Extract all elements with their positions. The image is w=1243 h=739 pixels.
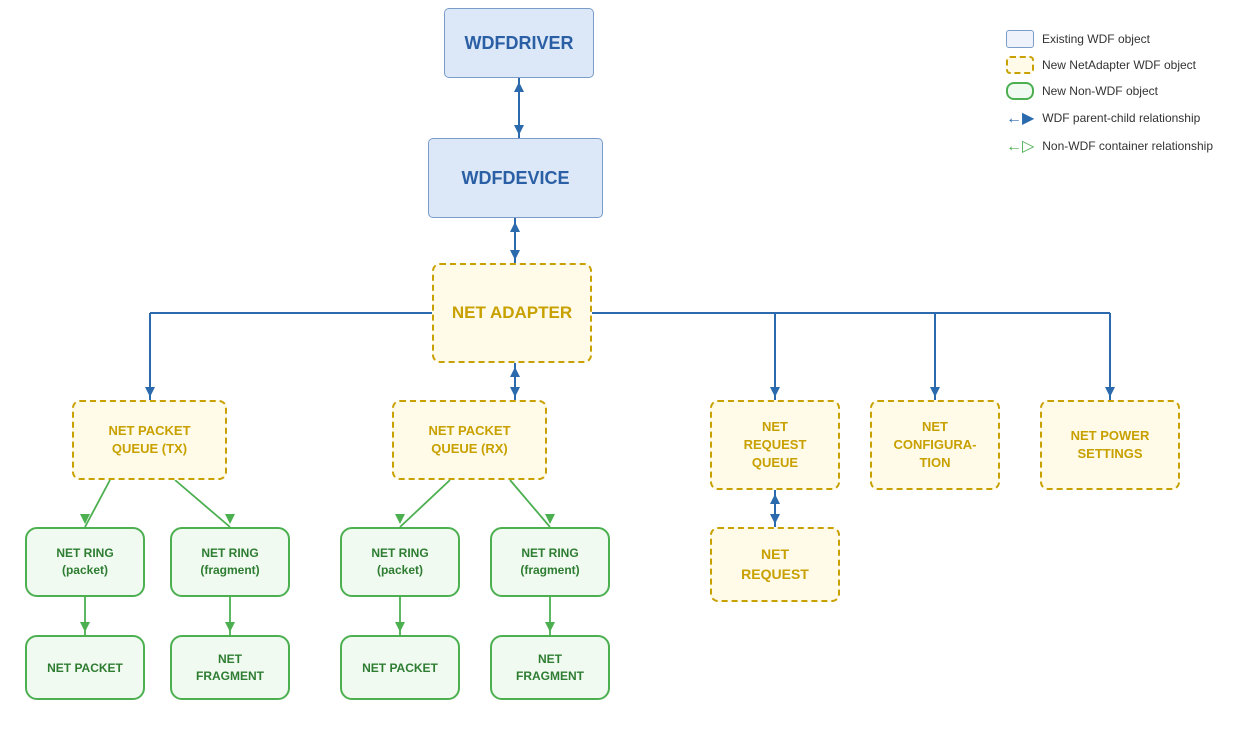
net-ring-frag-tx-node: NET RING(fragment) (170, 527, 290, 597)
net-config-node: NETCONFIGURA-TION (870, 400, 1000, 490)
net-adapter-label: NET ADAPTER (452, 302, 572, 324)
diagram-container: WDFDRIVER WDFDEVICE NET ADAPTER NET PACK… (0, 0, 1243, 739)
legend-dashed-label: New NetAdapter WDF object (1042, 58, 1196, 72)
legend-arrow-blue-label: WDF parent-child relationship (1042, 111, 1200, 125)
net-power-node: NET POWERSETTINGS (1040, 400, 1180, 490)
net-adapter-node: NET ADAPTER (432, 263, 592, 363)
legend-arrow-green-label: Non-WDF container relationship (1042, 139, 1213, 153)
net-packet-rx-node: NET PACKET (340, 635, 460, 700)
legend: Existing WDF object New NetAdapter WDF o… (1006, 30, 1213, 156)
net-packet-tx-node: NET PACKET (25, 635, 145, 700)
net-rq-node: NETREQUESTQUEUE (710, 400, 840, 490)
legend-item-arrow-blue: ←▶ WDF parent-child relationship (1006, 108, 1213, 128)
net-fragment-tx-node: NETFRAGMENT (170, 635, 290, 700)
net-pq-rx-node: NET PACKETQUEUE (RX) (392, 400, 547, 480)
legend-solid-label: Existing WDF object (1042, 32, 1150, 46)
wdfdevice-node: WDFDEVICE (428, 138, 603, 218)
wdfdriver-node: WDFDRIVER (444, 8, 594, 78)
legend-item-green: New Non-WDF object (1006, 82, 1213, 100)
legend-solid-box (1006, 30, 1034, 48)
legend-item-dashed: New NetAdapter WDF object (1006, 56, 1213, 74)
net-ring-pkt-tx-node: NET RING(packet) (25, 527, 145, 597)
legend-arrow-green-icon: ←▷ (1006, 136, 1034, 156)
legend-green-label: New Non-WDF object (1042, 84, 1158, 98)
net-request-node: NETREQUEST (710, 527, 840, 602)
net-ring-pkt-rx-node: NET RING(packet) (340, 527, 460, 597)
net-fragment-rx-node: NETFRAGMENT (490, 635, 610, 700)
legend-dashed-box (1006, 56, 1034, 74)
legend-green-box (1006, 82, 1034, 100)
net-pq-tx-node: NET PACKETQUEUE (TX) (72, 400, 227, 480)
net-ring-frag-rx-node: NET RING(fragment) (490, 527, 610, 597)
legend-item-arrow-green: ←▷ Non-WDF container relationship (1006, 136, 1213, 156)
legend-item-solid: Existing WDF object (1006, 30, 1213, 48)
legend-arrow-blue-icon: ←▶ (1006, 108, 1034, 128)
